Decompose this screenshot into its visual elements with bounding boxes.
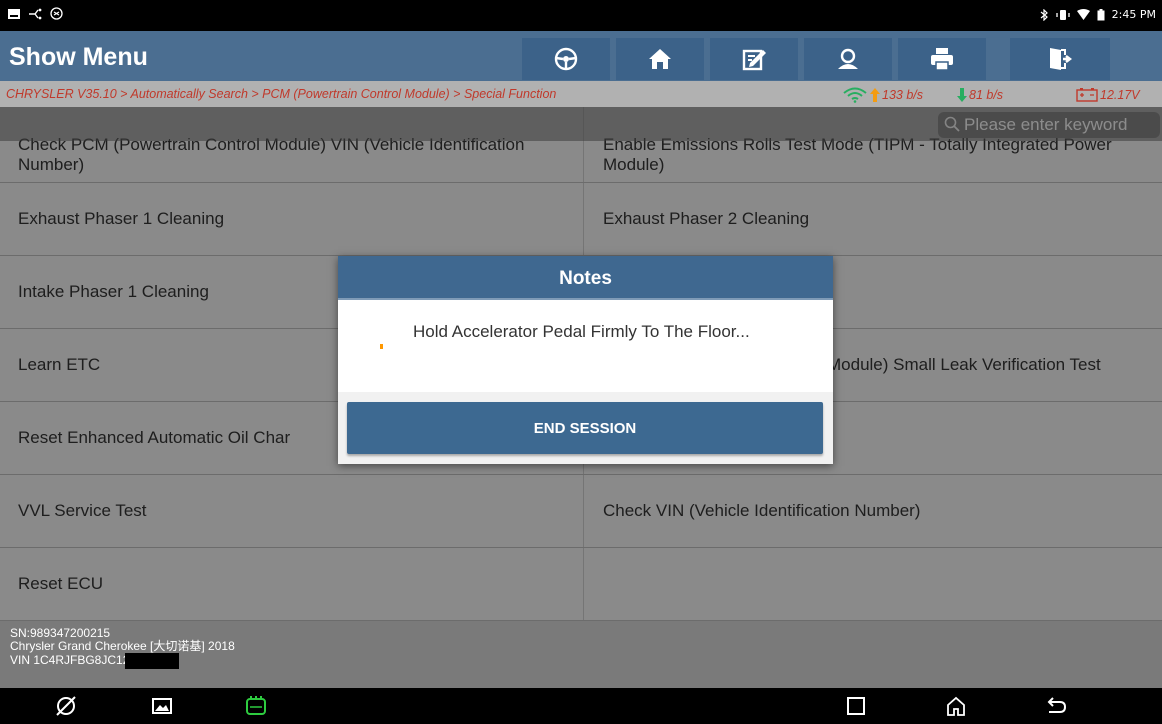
edit-icon	[742, 49, 766, 71]
recent-apps-icon[interactable]	[844, 694, 868, 718]
vci-icon[interactable]	[244, 694, 268, 718]
browser-icon[interactable]	[54, 694, 78, 718]
vin-redaction	[125, 653, 180, 669]
home-button[interactable]	[616, 38, 704, 80]
breadcrumb: CHRYSLER V35.10 > Automatically Search >…	[6, 87, 557, 101]
steering-wheel-button[interactable]	[522, 38, 610, 80]
user-button[interactable]	[804, 38, 892, 80]
debug-notification-icon	[50, 7, 63, 20]
steering-wheel-icon	[554, 47, 578, 71]
user-icon	[838, 48, 858, 69]
vibrate-icon	[1056, 9, 1070, 20]
upload-speed: 133 b/s	[842, 87, 923, 103]
download-speed: 81 b/s	[957, 87, 1003, 103]
dialog-title: Notes	[338, 256, 833, 300]
usb-notification-icon	[29, 8, 42, 19]
edit-button[interactable]	[710, 38, 798, 80]
gallery-icon[interactable]	[150, 694, 174, 718]
exit-button[interactable]	[1010, 38, 1110, 80]
battery-voltage: 12.17V	[1076, 87, 1140, 102]
wifi-signal-icon	[843, 87, 867, 103]
upload-arrow-icon	[870, 88, 880, 102]
vehicle-model: Chrysler Grand Cherokee [大切诺基] 2018	[10, 639, 235, 653]
dialog-message: Hold Accelerator Pedal Firmly To The Flo…	[413, 322, 750, 341]
navigation-bar	[0, 688, 1162, 724]
status-time: 2:45 PM	[1111, 8, 1156, 21]
page-title: Show Menu	[9, 43, 148, 71]
screen: 2:45 PM Show Menu CHRYSLER V35.10 > Auto…	[0, 0, 1162, 724]
status-bar: 2:45 PM	[0, 0, 1162, 31]
wifi-icon	[1076, 9, 1090, 20]
breadcrumb-bar: CHRYSLER V35.10 > Automatically Search >…	[0, 81, 1162, 107]
print-icon	[931, 48, 953, 71]
vin-line: VIN 1C4RJFBG8JC12	[10, 653, 1162, 669]
gallery-notification-icon	[8, 8, 20, 19]
bluetooth-icon	[1040, 8, 1048, 21]
title-bar: Show Menu	[0, 31, 1162, 81]
bullet-icon	[380, 344, 383, 349]
back-icon[interactable]	[1044, 694, 1068, 718]
home-nav-icon[interactable]	[944, 694, 968, 718]
end-session-button[interactable]: END SESSION	[347, 402, 823, 454]
battery-icon	[1097, 8, 1105, 20]
home-icon	[649, 49, 671, 69]
exit-icon	[1050, 48, 1072, 70]
notes-dialog: Notes Hold Accelerator Pedal Firmly To T…	[338, 256, 833, 464]
print-button[interactable]	[898, 38, 986, 80]
dialog-body: Hold Accelerator Pedal Firmly To The Flo…	[338, 300, 833, 392]
car-battery-icon	[1076, 88, 1098, 102]
download-arrow-icon	[957, 88, 967, 102]
vehicle-info-footer: SN:989347200215 Chrysler Grand Cherokee …	[0, 621, 1162, 688]
